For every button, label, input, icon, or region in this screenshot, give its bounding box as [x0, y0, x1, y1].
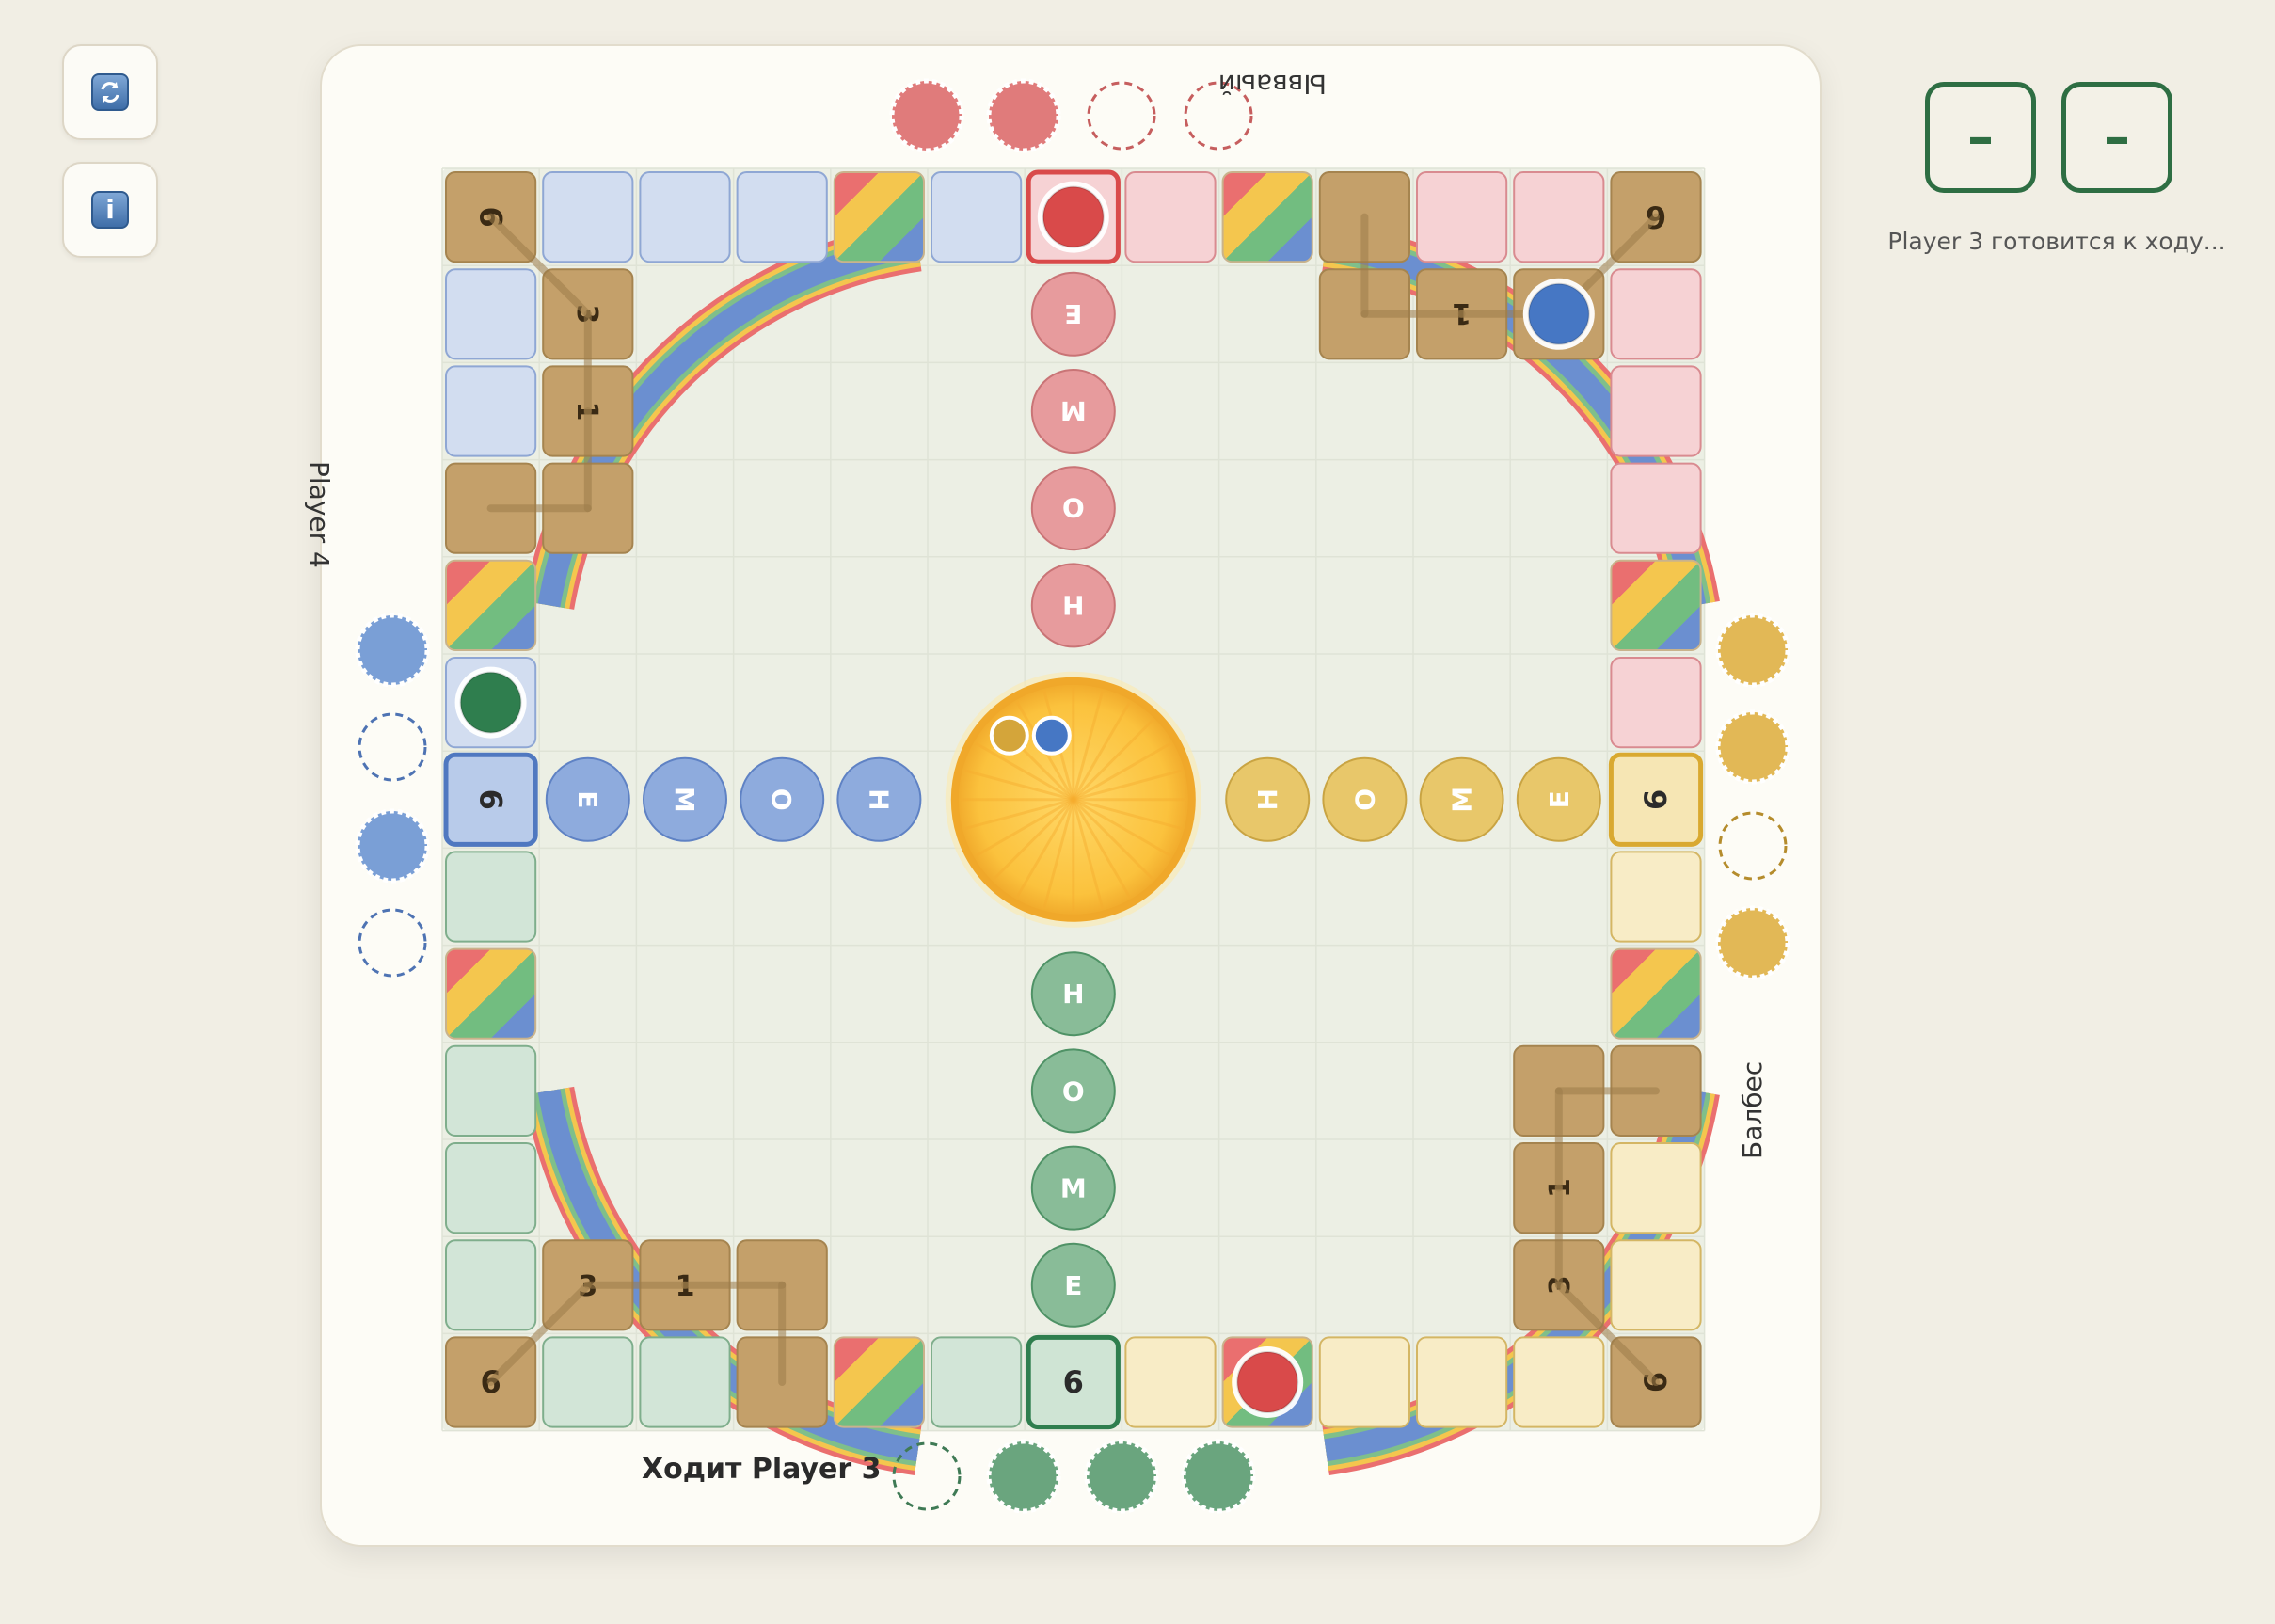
home-letter: Е: [1064, 1270, 1082, 1301]
blue-track-tile: [445, 268, 537, 360]
home-letter: Н: [1252, 788, 1283, 810]
yellow-track-tile: [1416, 1336, 1508, 1428]
game-board-card: 66666663113113ЕМОНЕМОННОМЕНОМЕ: [320, 44, 1822, 1547]
info-icon: i: [91, 191, 129, 229]
rainbow-tile: [1221, 171, 1313, 263]
left-reserve-empty: [358, 712, 427, 782]
yellow-piece-center[interactable]: [989, 715, 1029, 756]
start-label: 6: [1638, 789, 1674, 810]
turn-indicator: Ходит Player 3: [642, 1453, 881, 1486]
red-track-tile: [1513, 171, 1605, 263]
home-letter: О: [1349, 788, 1380, 811]
green-track-tile: [639, 1336, 731, 1428]
green-piece[interactable]: [459, 671, 522, 734]
info-button[interactable]: i: [62, 162, 158, 258]
home-letter: М: [1060, 395, 1087, 426]
yellow-track-tile: [1124, 1336, 1217, 1428]
bottom-reserve-filled: [1181, 1439, 1256, 1514]
red-track-tile: [1610, 365, 1702, 457]
status-message: Player 3 готовится к ходу...: [1887, 228, 2226, 255]
yellow-track-tile: [1610, 1142, 1702, 1234]
home-letter: Н: [863, 788, 894, 810]
rainbow-tile: [833, 171, 925, 263]
red-piece[interactable]: [1042, 185, 1105, 248]
left-reserve-filled: [355, 613, 430, 688]
game-board: 66666663113113ЕМОНЕМОННОМЕНОМЕ: [355, 78, 1790, 1514]
green-track-tile: [445, 851, 537, 943]
left-reserve-empty: [358, 908, 427, 978]
rainbow-tile: [445, 947, 537, 1040]
home-letter: О: [1062, 1075, 1085, 1107]
blue-track-tile: [445, 365, 537, 457]
yellow-track-tile: [1610, 1239, 1702, 1331]
start-label: 6: [473, 789, 509, 810]
blue-track-tile: [542, 171, 634, 263]
home-letter: Е: [1064, 298, 1082, 329]
start-label: 6: [1063, 1364, 1084, 1400]
right-reserve-filled: [1715, 905, 1790, 980]
home-letter: Е: [572, 790, 603, 808]
right-reserve-empty: [1718, 811, 1788, 881]
green-track-tile: [445, 1239, 537, 1331]
red-track-tile: [1416, 171, 1508, 263]
blue-piece-center[interactable]: [1031, 715, 1072, 756]
top-reserve-empty: [1087, 81, 1156, 151]
red-track-tile: [1610, 462, 1702, 554]
rainbow-tile: [833, 1336, 925, 1428]
refresh-button[interactable]: [62, 44, 158, 140]
home-letter: О: [1062, 492, 1085, 523]
info-glyph: i: [105, 194, 115, 225]
turn-player-name: Player 3: [751, 1453, 882, 1486]
red-piece[interactable]: [1236, 1351, 1299, 1413]
yellow-track-tile: [1318, 1336, 1411, 1428]
home-letter: Н: [1062, 979, 1084, 1010]
turn-prefix: Ходит: [642, 1453, 742, 1486]
green-track-tile: [931, 1336, 1023, 1428]
refresh-icon: [91, 73, 129, 111]
green-track-tile: [445, 1142, 537, 1234]
bottom-reserve-filled: [986, 1439, 1061, 1514]
home-letter: Е: [1544, 790, 1575, 808]
home-letter: Н: [1062, 589, 1084, 620]
rainbow-tile: [445, 559, 537, 651]
home-letter: М: [669, 787, 700, 813]
green-track-tile: [445, 1044, 537, 1138]
red-track-tile: [1610, 657, 1702, 749]
left-reserve-filled: [355, 808, 430, 884]
blue-track-tile: [639, 171, 731, 263]
player-name-right: Балбес: [1737, 1060, 1768, 1159]
yellow-track-tile: [1513, 1336, 1605, 1428]
score-box-1: –: [1925, 82, 2036, 193]
top-reserve-filled: [889, 78, 964, 153]
home-letter: М: [1447, 787, 1478, 813]
yellow-track-tile: [1610, 851, 1702, 943]
player-name-left: Player 4: [304, 461, 335, 568]
blue-track-tile: [736, 171, 828, 263]
right-reserve-filled: [1715, 709, 1790, 785]
rainbow-tile: [1610, 559, 1702, 651]
right-reserve-filled: [1715, 613, 1790, 688]
top-reserve-filled: [986, 78, 1061, 153]
rainbow-tile: [1610, 947, 1702, 1040]
bottom-reserve-filled: [1084, 1439, 1159, 1514]
home-letter: О: [766, 788, 797, 811]
green-track-tile: [542, 1336, 634, 1428]
player-name-top: Ывваый: [1217, 69, 1327, 100]
red-track-tile: [1124, 171, 1217, 263]
score-box-2: –: [2061, 82, 2172, 193]
blue-track-tile: [931, 171, 1023, 263]
home-letter: М: [1060, 1173, 1087, 1204]
blue-piece[interactable]: [1527, 282, 1590, 345]
red-track-tile: [1610, 268, 1702, 360]
